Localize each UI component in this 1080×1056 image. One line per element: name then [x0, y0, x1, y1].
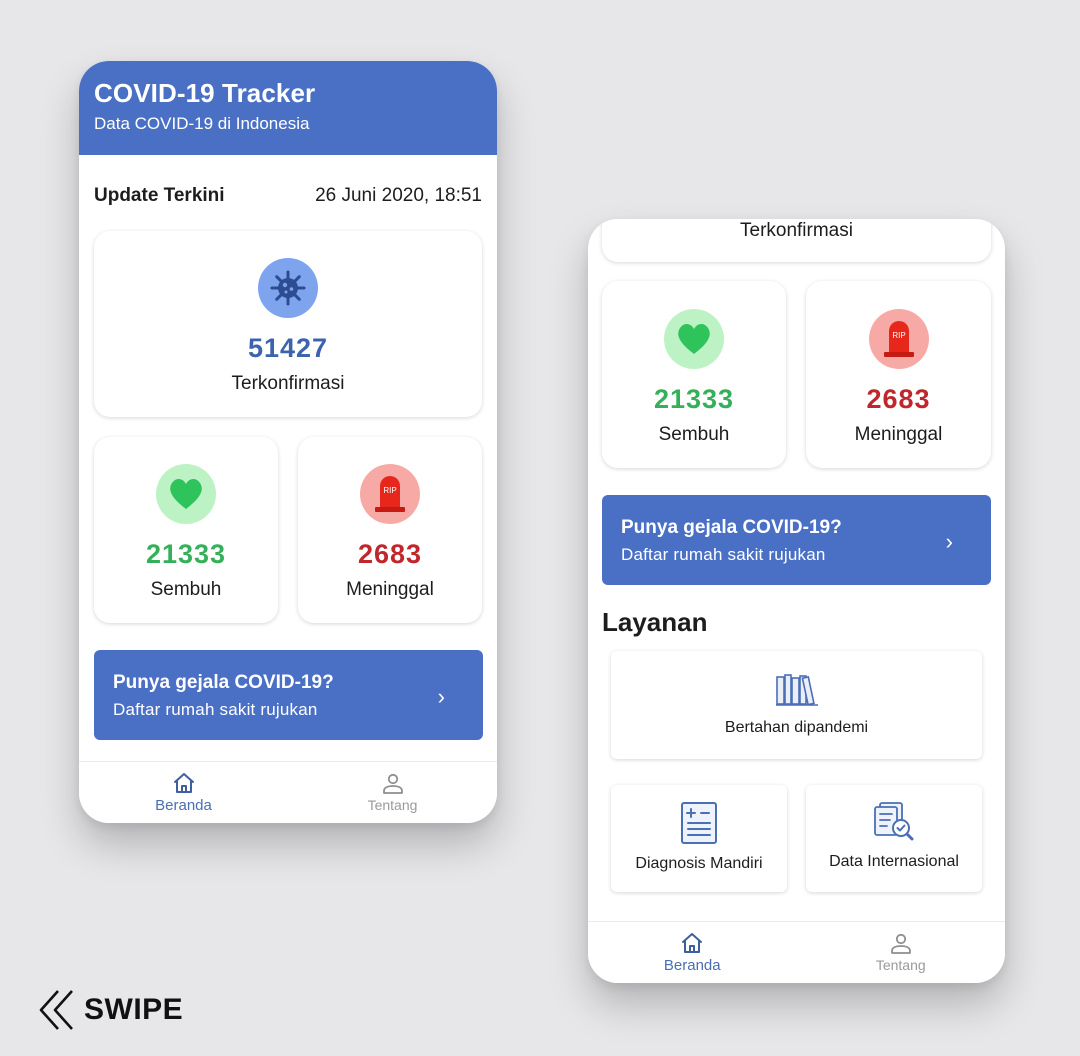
symptom-cta-button[interactable]: Punya gejala COVID-19? Daftar rumah saki…	[602, 495, 991, 585]
nav-label-tentang: Tentang	[875, 957, 926, 973]
deaths-card[interactable]: RIP 2683 Meninggal	[298, 437, 482, 623]
swipe-label: SWIPE	[84, 993, 184, 1026]
double-chevron-left-icon	[39, 990, 73, 1030]
service-label: Diagnosis Mandiri	[635, 855, 763, 872]
search-report-icon	[874, 802, 914, 841]
bottom-nav: Beranda Tentang	[79, 761, 497, 823]
app-subtitle: Data COVID-19 di Indonesia	[94, 114, 310, 133]
recovered-count: 21333	[653, 384, 735, 414]
chevron-right-icon: ›	[945, 529, 953, 554]
clipboard-icon	[681, 802, 717, 844]
rip-text: RIP	[892, 331, 905, 340]
bottom-nav: Beranda Tentang	[588, 921, 1005, 983]
heart-icon	[664, 309, 724, 369]
cta-title: Punya gejala COVID-19?	[113, 672, 334, 693]
service-data-internasional[interactable]: Data Internasional	[806, 785, 982, 892]
confirmed-card[interactable]: 51427 Terkonfirmasi	[94, 231, 482, 417]
nav-item-beranda[interactable]: Beranda	[79, 762, 288, 823]
nav-item-tentang[interactable]: Tentang	[288, 762, 497, 823]
tombstone-icon: RIP	[360, 464, 420, 524]
home-icon	[682, 933, 703, 953]
recovered-label: Sembuh	[150, 579, 222, 600]
deaths-card[interactable]: RIP 2683 Meninggal	[806, 281, 991, 468]
nav-label-beranda: Beranda	[663, 957, 721, 974]
nav-item-tentang[interactable]: Tentang	[797, 922, 1006, 983]
service-label: Data Internasional	[829, 853, 959, 870]
service-label: Bertahan dipandemi	[724, 719, 869, 736]
deaths-label: Meninggal	[346, 579, 434, 600]
virus-icon	[258, 258, 318, 318]
app-header: COVID-19 Tracker Data COVID-19 di Indone…	[79, 61, 497, 155]
services-section-title: Layanan	[602, 607, 708, 637]
confirmed-count: 51427	[247, 333, 329, 363]
nav-label-beranda: Beranda	[155, 797, 212, 814]
deaths-label: Meninggal	[854, 424, 943, 445]
deaths-count: 2683	[357, 539, 423, 569]
recovered-card[interactable]: 21333 Sembuh	[94, 437, 278, 623]
swipe-hint: SWIPE	[38, 988, 183, 1032]
deaths-count: 2683	[866, 384, 931, 414]
recovered-count: 21333	[145, 539, 227, 569]
update-label: Update Terkini	[94, 185, 225, 206]
recovered-label: Sembuh	[658, 424, 730, 445]
heart-icon	[156, 464, 216, 524]
chevron-right-icon: ›	[437, 684, 445, 709]
update-datetime: 26 Juni 2020, 18:51	[315, 185, 482, 206]
tombstone-icon: RIP	[868, 309, 929, 369]
home-screen-scrolled-phone: Terkonfirmasi 21333 Sembuh RIP 2683 Meni…	[588, 219, 1005, 983]
update-row: Update Terkini 26 Juni 2020, 18:51	[94, 185, 482, 207]
cta-subtitle: Daftar rumah sakit rujukan	[621, 545, 826, 564]
confirmed-label: Terkonfirmasi	[231, 373, 345, 394]
nav-item-beranda[interactable]: Beranda	[588, 922, 797, 983]
cta-subtitle: Daftar rumah sakit rujukan	[113, 700, 318, 719]
service-diagnosis-mandiri[interactable]: Diagnosis Mandiri	[611, 785, 787, 892]
confirmed-label: Terkonfirmasi	[740, 220, 853, 241]
home-icon	[173, 773, 194, 793]
app-title: COVID-19 Tracker	[94, 78, 316, 108]
symptom-cta-button[interactable]: Punya gejala COVID-19? Daftar rumah saki…	[94, 650, 483, 740]
cta-title: Punya gejala COVID-19?	[621, 517, 842, 538]
confirmed-card-partial[interactable]: Terkonfirmasi	[602, 219, 991, 262]
person-icon	[890, 933, 911, 954]
person-icon	[382, 773, 403, 794]
recovered-card[interactable]: 21333 Sembuh	[602, 281, 786, 468]
nav-label-tentang: Tentang	[367, 797, 418, 813]
rip-text: RIP	[383, 486, 396, 495]
home-screen-phone: COVID-19 Tracker Data COVID-19 di Indone…	[79, 61, 497, 823]
books-icon	[775, 674, 818, 706]
service-bertahan-dipandemi[interactable]: Bertahan dipandemi	[611, 651, 982, 759]
